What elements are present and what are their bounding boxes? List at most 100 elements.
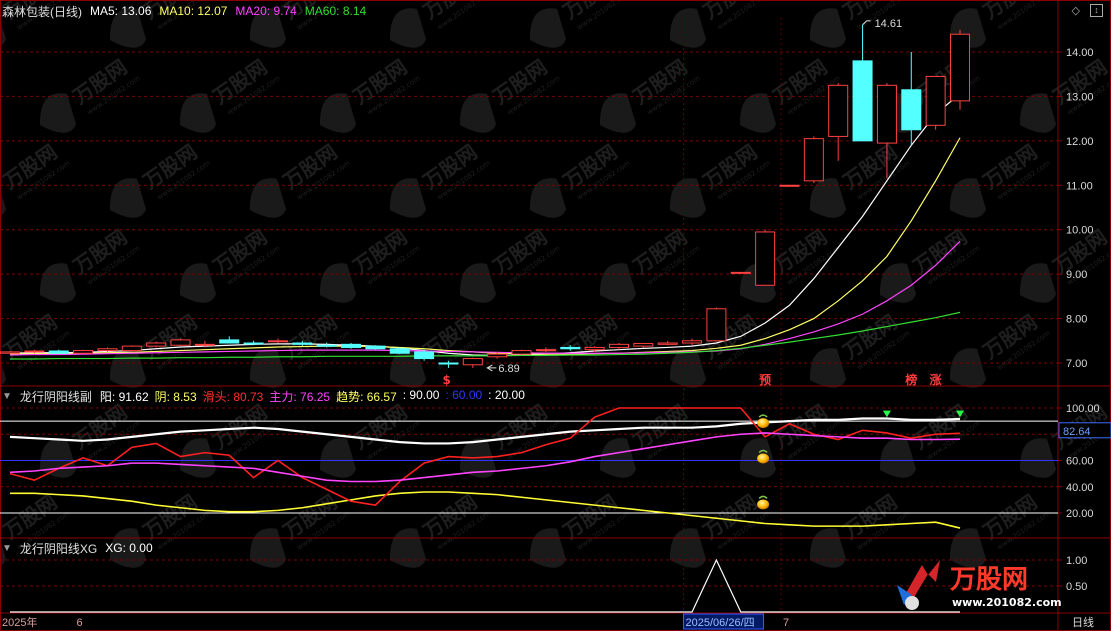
candle [219,336,240,344]
sub-panel-header: ▼ 龙行阴阳线副 阳: 91.62 阴: 8.53 滑头: 80.73 主力: 76.… [2,387,525,405]
candle-body [682,340,703,344]
signal-label: 预 [759,373,771,387]
watermark-tile: 万股网www.201082.com [319,55,422,133]
watermark-tile: 万股网www.201082.com [1019,225,1111,303]
y-tick-label: 11.00 [1066,180,1093,192]
coin-body [757,418,770,429]
legend-item: XG: 0.00 [105,541,153,555]
watermark-tile: 万股网www.201082.com [249,490,352,568]
legend-item: 阴: 8.53 [154,389,197,404]
watermark-tile: 万股网www.201082.com [669,490,772,568]
coin-leaf [758,495,768,499]
candle [341,343,362,349]
watermark-tile: 万股网www.201082.com [949,140,1052,218]
x-axis-label: 2025/06/26/四 [686,617,755,629]
watermark-tile: 万股网www.201082.com [599,55,702,133]
candle-body [316,344,337,347]
sub-panel-title[interactable]: 龙行阴阳线副 [20,388,92,405]
watermark-tile: 万股网www.201082.com [739,55,842,133]
candle-body [487,353,508,358]
legend-item: MA5: 13.06 [90,4,152,18]
y-tick-label: 60.00 [1066,456,1094,468]
candle [828,83,849,161]
y-tick-label: 8.00 [1066,314,1087,326]
scroll-box-icon[interactable]: ↕ [1090,4,1103,17]
watermark-tile: 万股网www.201082.com [389,0,492,48]
candle [121,345,142,352]
collapse-arrow-icon[interactable]: ▼ [2,543,12,554]
watermark-tile: 万股网www.201082.com [39,55,142,133]
diamond-icon[interactable]: ◇ [1072,4,1080,17]
gold-coin-icon [757,414,770,429]
xg-panel-title[interactable]: 龙行阴阳线XG [20,540,97,557]
candle-body [24,350,45,353]
watermark-tile: 万股网www.201082.com [1019,55,1111,133]
candle [779,184,800,187]
candle-body [803,138,824,182]
y-tick-label: 9.00 [1066,269,1087,281]
watermark-tile: 万股网www.201082.com [319,225,422,303]
stock-chart[interactable]: 万股网www.201082.com万股网www.201082.com万股网www… [0,0,1111,631]
watermark-tile: 万股网www.201082.com [879,225,982,303]
y-tick-label: 10.00 [1066,225,1094,237]
candle-body [657,342,678,345]
candle [462,357,483,368]
xg-legend: XG: 0.00 [105,541,152,555]
watermark-tile: 万股网www.201082.com [739,400,842,478]
watermark-tile: 万股网www.201082.com [669,140,772,218]
x-axis-label: 2025年 [2,615,37,629]
candle-body [633,342,654,347]
candle [365,345,386,350]
candle-body [852,60,873,142]
watermark-tile: 万股网www.201082.com [949,310,1052,388]
candle [48,349,69,355]
sub-legend: 阳: 91.62 阴: 8.53 滑头: 80.73 主力: 76.25 趋势: 66.… [100,388,525,405]
candle [633,342,654,348]
candle-body [950,33,970,102]
ma-legend: MA5: 13.06 MA10: 12.07 MA20: 9.74 MA60: 8.1… [90,4,366,18]
candle-body [560,346,581,350]
period-label: 日线 [1072,615,1094,629]
y-tick-label: 20.00 [1066,508,1094,520]
candle-body [828,84,849,137]
watermark-tile: 万股网www.201082.com [389,140,492,218]
logo-site-text: www.201082.com [952,596,1062,609]
gold-coin-icon [757,495,770,510]
candle [0,351,20,355]
y-tick-label: 1.00 [1066,555,1087,567]
candle-body [194,343,215,346]
candle-body [584,346,605,351]
green-arrow-icon [882,410,891,418]
watermark-tile: 万股网www.201082.com [529,140,632,218]
y-tick-label: 40.00 [1066,482,1094,494]
legend-item: : 90.00 [402,387,440,402]
stock-title[interactable]: 森林包装(日线) [2,3,82,20]
candle-body [97,348,118,352]
watermark-tile: 万股网www.201082.com [179,55,282,133]
candle [925,75,946,130]
top-right-controls: ◇ ↕ [1072,4,1103,17]
signal-label: $ [442,373,450,387]
candle-body [755,231,776,286]
xg-panel-header: ▼ 龙行阴阳线XG XG: 0.00 [2,539,153,557]
watermark-tile: 万股网www.201082.com [739,225,842,303]
candle-body [901,89,922,131]
candle-body [779,184,800,187]
candle-body [730,271,751,274]
watermark-tile: 万股网www.201082.com [179,225,282,303]
low-price-label: 6.89 [498,363,519,375]
candle-body [292,342,313,345]
watermark-tile: 万股网www.201082.com [809,490,912,568]
candle [146,341,167,348]
candle [706,307,727,342]
candle-body [535,349,556,352]
legend-item: MA60: 8.14 [304,4,367,18]
legend-item: 主力: 76.25 [269,389,331,404]
candle-body [608,343,629,348]
candle-body [121,345,142,352]
candle [950,29,970,110]
watermark-tile: 万股网www.201082.com [879,400,982,478]
candle [755,229,776,286]
collapse-arrow-icon[interactable]: ▼ [2,391,12,402]
logo-coin-icon [905,596,919,610]
